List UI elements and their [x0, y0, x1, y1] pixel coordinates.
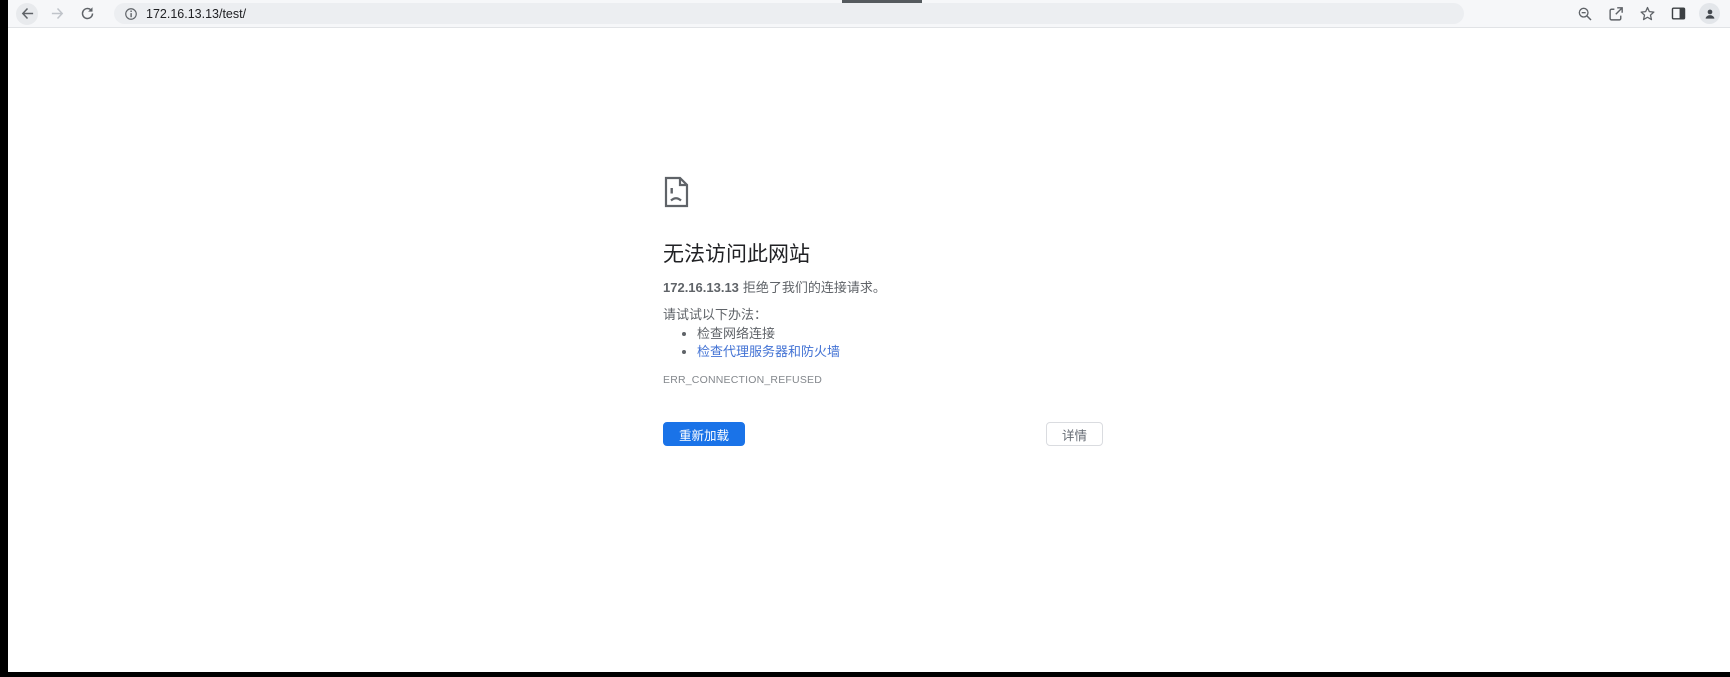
tab-strip-fragment — [842, 0, 922, 3]
zoom-out-button[interactable] — [1573, 2, 1597, 26]
reload-button[interactable] — [76, 3, 98, 25]
reload-icon — [80, 6, 95, 21]
suggestions-heading: 请试试以下办法： — [663, 307, 768, 322]
suggestion-item: 检查网络连接 — [697, 325, 1103, 343]
sad-file-icon — [664, 176, 689, 208]
reload-page-button[interactable]: 重新加载 — [663, 422, 746, 446]
error-host: 172.16.13.13 — [663, 280, 739, 295]
forward-button[interactable] — [46, 3, 68, 25]
zoom-out-icon — [1577, 6, 1593, 22]
suggestion-text: 检查网络连接 — [697, 326, 776, 341]
browser-toolbar: 172.16.13.13/test/ — [8, 0, 1730, 28]
error-content: 无法访问此网站 172.16.13.13 拒绝了我们的连接请求。 请试试以下办法：… — [663, 28, 1103, 446]
page-content: 无法访问此网站 172.16.13.13 拒绝了我们的连接请求。 请试试以下办法：… — [8, 28, 1730, 672]
share-icon — [1608, 5, 1625, 22]
suggestions-list: 检查网络连接 检查代理服务器和防火墙 — [663, 325, 1103, 361]
error-code: ERR_CONNECTION_REFUSED — [663, 374, 823, 386]
site-info-icon[interactable] — [124, 7, 138, 21]
suggestion-item: 检查代理服务器和防火墙 — [697, 343, 1103, 361]
details-button[interactable]: 详情 — [1045, 422, 1103, 446]
bookmark-star-icon — [1639, 5, 1656, 22]
url-text: 172.16.13.13/test/ — [146, 6, 247, 21]
side-panel-icon — [1670, 5, 1687, 22]
side-panel-button[interactable] — [1666, 2, 1690, 26]
proxy-firewall-link[interactable]: 检查代理服务器和防火墙 — [697, 344, 840, 359]
share-button[interactable] — [1604, 2, 1628, 26]
error-title: 无法访问此网站 — [663, 243, 810, 266]
error-message: 172.16.13.13 拒绝了我们的连接请求。 — [663, 280, 1103, 296]
address-bar[interactable]: 172.16.13.13/test/ — [114, 3, 1464, 24]
back-icon — [20, 6, 35, 21]
profile-avatar[interactable] — [1699, 3, 1720, 24]
profile-avatar-icon — [1703, 7, 1717, 21]
browser-window: 172.16.13.13/test/ 无法访问此网站 172.16.13.13 … — [8, 0, 1730, 672]
back-button[interactable] — [16, 2, 38, 25]
forward-icon — [50, 6, 65, 21]
bookmark-button[interactable] — [1635, 2, 1659, 26]
button-row: 重新加载 详情 — [663, 422, 1103, 446]
error-message-text: 拒绝了我们的连接请求。 — [742, 280, 886, 295]
